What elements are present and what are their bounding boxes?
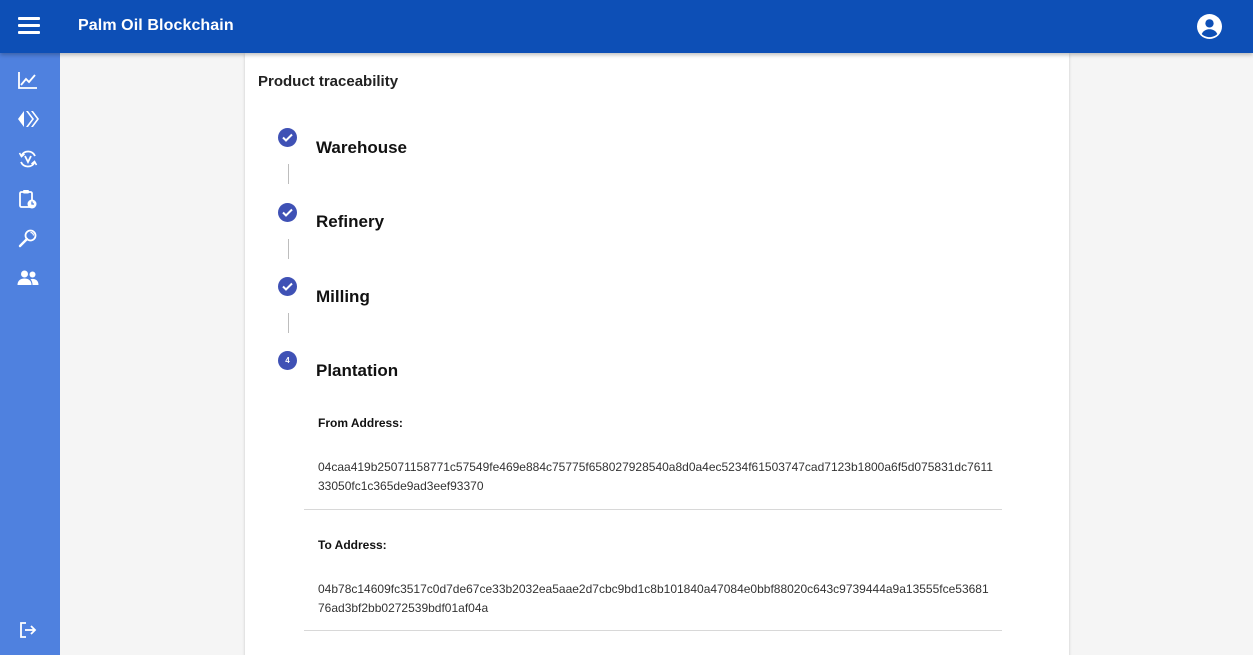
verified-cycle-icon xyxy=(18,150,38,168)
step-label-milling[interactable]: Milling xyxy=(316,287,370,307)
step-connector xyxy=(288,164,289,184)
search-magnifier-icon xyxy=(18,229,37,248)
step-connector xyxy=(288,239,289,259)
card-title: Product traceability xyxy=(258,73,399,90)
logout-icon xyxy=(20,622,37,638)
sidebar-item-dashboard[interactable] xyxy=(17,69,39,91)
step-completed-check-icon xyxy=(278,128,297,147)
sidebar-item-users[interactable] xyxy=(17,267,39,289)
to-address-label: To Address: xyxy=(318,538,387,552)
app-bar: Palm Oil Blockchain xyxy=(0,0,1253,53)
menu-icon[interactable] xyxy=(18,17,40,37)
step-label-warehouse[interactable]: Warehouse xyxy=(316,138,407,158)
sidebar-item-logout[interactable] xyxy=(17,619,39,641)
account-circle-icon[interactable] xyxy=(1197,14,1222,39)
sidebar xyxy=(0,53,60,655)
step-number-badge: 4 xyxy=(278,351,297,370)
divider xyxy=(304,509,1002,510)
sidebar-item-search[interactable] xyxy=(17,227,39,249)
sidebar-item-transactions[interactable] xyxy=(17,108,39,130)
sidebar-item-verification[interactable] xyxy=(17,148,39,170)
users-icon xyxy=(17,270,39,285)
from-address-value: 04caa419b25071158771c57549fe469e884c7577… xyxy=(318,460,993,493)
step-label-plantation[interactable]: Plantation xyxy=(316,361,398,381)
step-connector xyxy=(288,313,289,333)
from-address-label: From Address: xyxy=(318,416,403,430)
transfer-arrows-icon xyxy=(18,111,39,127)
step-completed-check-icon xyxy=(278,203,297,222)
app-title: Palm Oil Blockchain xyxy=(78,17,234,34)
traceability-card: Product traceability Warehouse Refinery … xyxy=(245,53,1069,655)
chart-line-icon xyxy=(18,72,37,89)
sidebar-item-history[interactable] xyxy=(17,188,39,210)
divider xyxy=(304,630,1002,631)
step-label-refinery[interactable]: Refinery xyxy=(316,212,384,232)
step-number: 4 xyxy=(285,356,290,365)
clipboard-clock-icon xyxy=(19,190,37,209)
step-completed-check-icon xyxy=(278,277,297,296)
to-address-value: 04b78c14609fc3517c0d7de67ce33b2032ea5aae… xyxy=(318,582,989,615)
